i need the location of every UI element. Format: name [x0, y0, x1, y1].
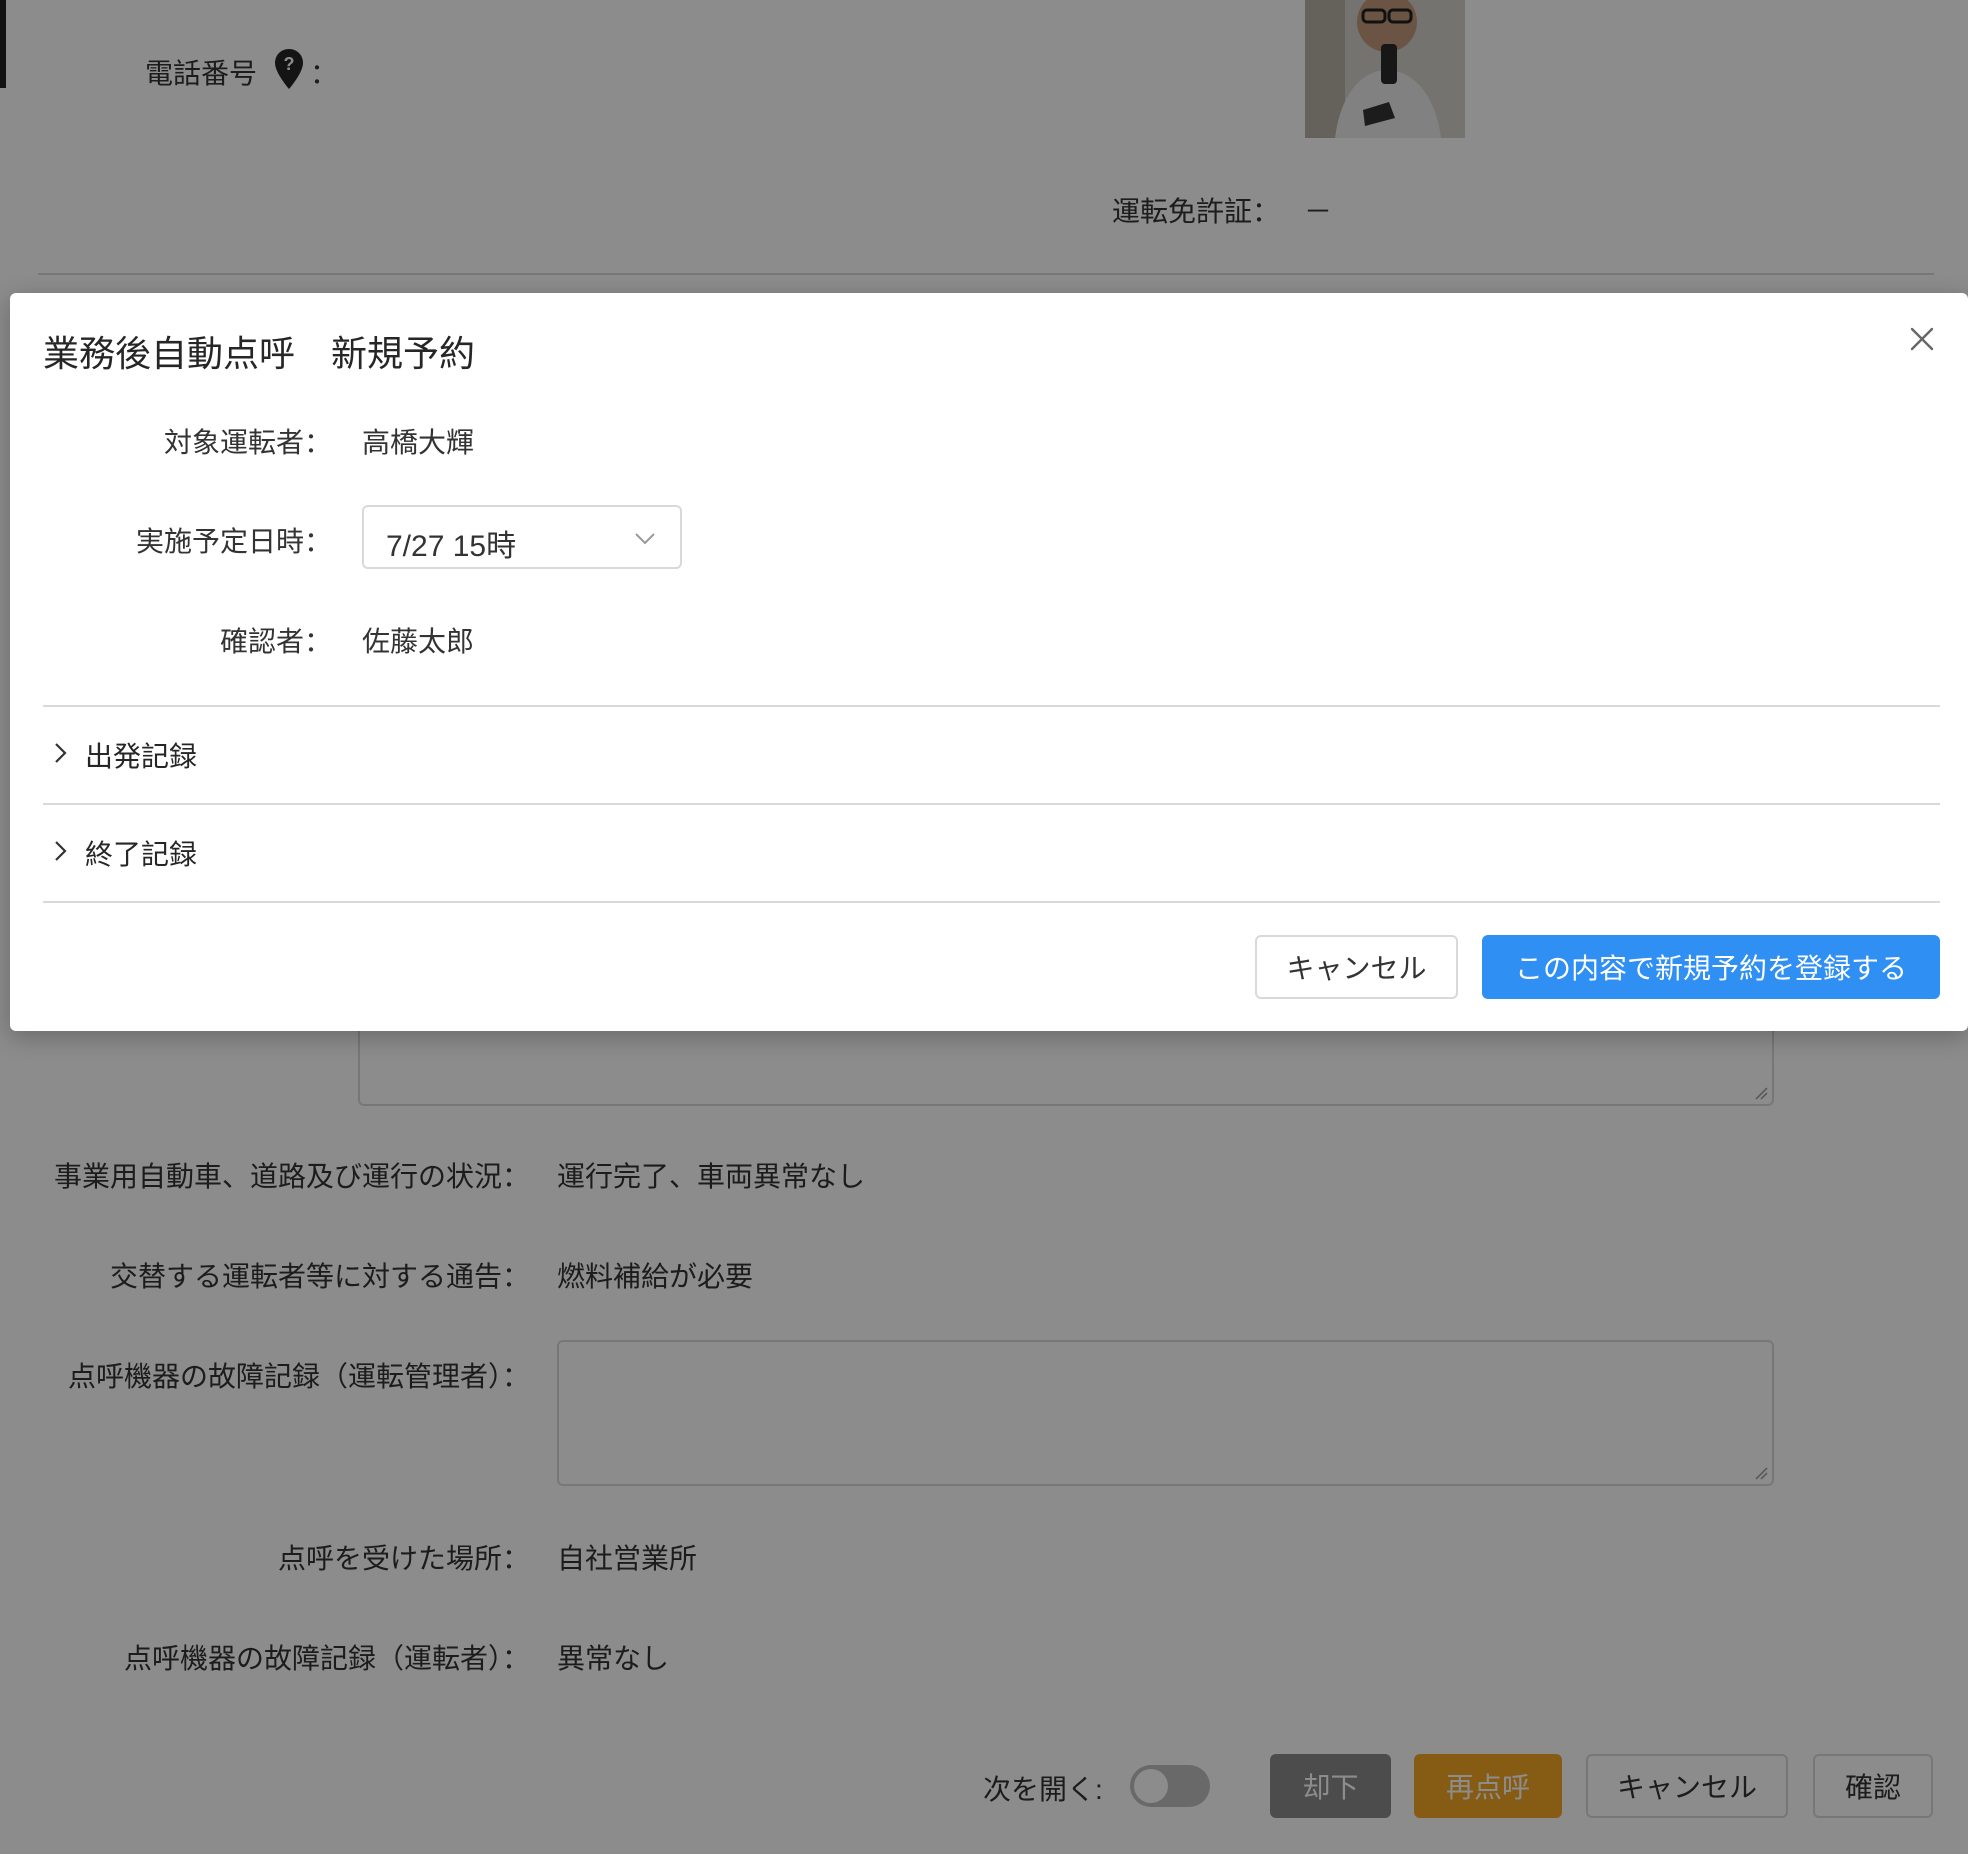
divider: [43, 901, 1940, 903]
collapse-title: 出発記録: [85, 741, 198, 772]
chevron-right-icon: [55, 743, 67, 763]
collapse-title: 終了記録: [85, 839, 198, 870]
collapse-end-record[interactable]: 終了記録: [43, 803, 1940, 899]
scheduled-select-value: 7/27 15時: [386, 530, 517, 563]
driver-value: 高橋大輝: [362, 427, 475, 458]
close-icon[interactable]: [1908, 325, 1936, 353]
register-reservation-button[interactable]: この内容で新規予約を登録する: [1482, 935, 1940, 999]
chevron-down-icon: [635, 533, 655, 545]
chevron-right-icon: [55, 841, 67, 861]
confirmer-value: 佐藤太郎: [362, 626, 475, 657]
driver-label: 対象運転者：: [163, 427, 332, 458]
scheduled-label: 実施予定日時：: [135, 526, 332, 557]
scheduled-select[interactable]: 7/27 15時: [362, 505, 682, 569]
modal-title: 業務後自動点呼 新規予約: [43, 333, 476, 374]
collapse-departure-record[interactable]: 出発記録: [43, 705, 1940, 801]
modal-cancel-button[interactable]: キャンセル: [1255, 935, 1458, 999]
new-reservation-modal: 業務後自動点呼 新規予約 対象運転者： 高橋大輝 実施予定日時： 7/27 15…: [10, 293, 1968, 1031]
confirmer-label: 確認者：: [219, 626, 332, 657]
